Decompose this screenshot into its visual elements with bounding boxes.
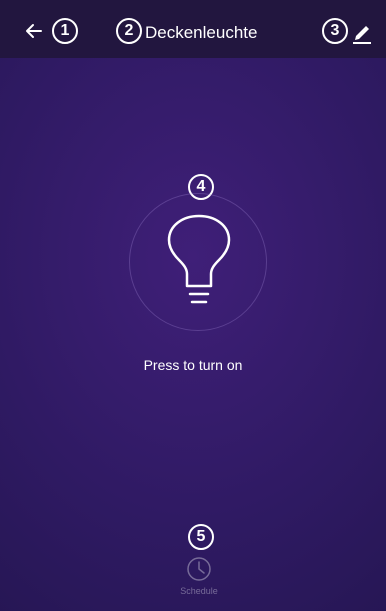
schedule-button[interactable]: Schedule <box>172 552 226 602</box>
top-app-bar: 1 2 Deckenleuchte 3 <box>0 0 386 58</box>
annotation-badge-1: 1 <box>52 18 78 44</box>
device-screen: 1 2 Deckenleuchte 3 4 Press to turn on 5… <box>0 0 386 611</box>
device-title: Deckenleuchte <box>145 23 258 42</box>
annotation-badge-5: 5 <box>188 524 214 550</box>
power-hint-text: Press to turn on <box>143 357 243 373</box>
schedule-label: Schedule <box>180 586 218 596</box>
arrow-left-icon <box>26 24 42 38</box>
edit-button[interactable] <box>350 19 374 45</box>
back-button[interactable] <box>22 17 46 45</box>
lightbulb-icon <box>167 214 231 304</box>
power-toggle-button[interactable] <box>129 193 267 331</box>
annotation-badge-3: 3 <box>322 18 348 44</box>
annotation-badge-2: 2 <box>116 18 142 44</box>
clock-icon <box>187 557 211 581</box>
pencil-icon <box>353 26 371 44</box>
